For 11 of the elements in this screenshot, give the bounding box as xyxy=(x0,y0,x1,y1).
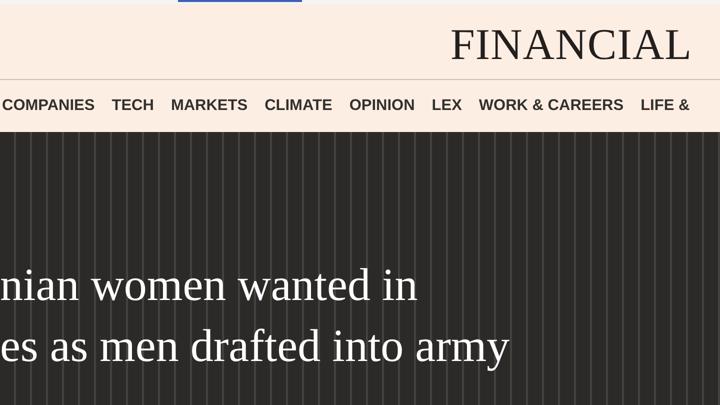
masthead-title[interactable]: FINANCIAL xyxy=(450,16,692,66)
nav-link[interactable]: LEX xyxy=(432,97,462,115)
nav-link[interactable]: CLIMATE xyxy=(264,97,332,115)
nav-link[interactable]: TECH xyxy=(112,97,154,115)
nav-link[interactable]: MARKETS xyxy=(170,97,248,115)
nav-link[interactable]: OPINION xyxy=(349,97,415,115)
nav-link[interactable]: LIFE & xyxy=(640,97,690,115)
nav-link[interactable]: WORK & CAREERS xyxy=(478,97,624,115)
headline-line[interactable]: es as men drafted into army xyxy=(0,315,510,376)
nav-link[interactable]: COMPANIES xyxy=(2,97,95,115)
headline-line[interactable]: nian women wanted in xyxy=(0,254,510,315)
